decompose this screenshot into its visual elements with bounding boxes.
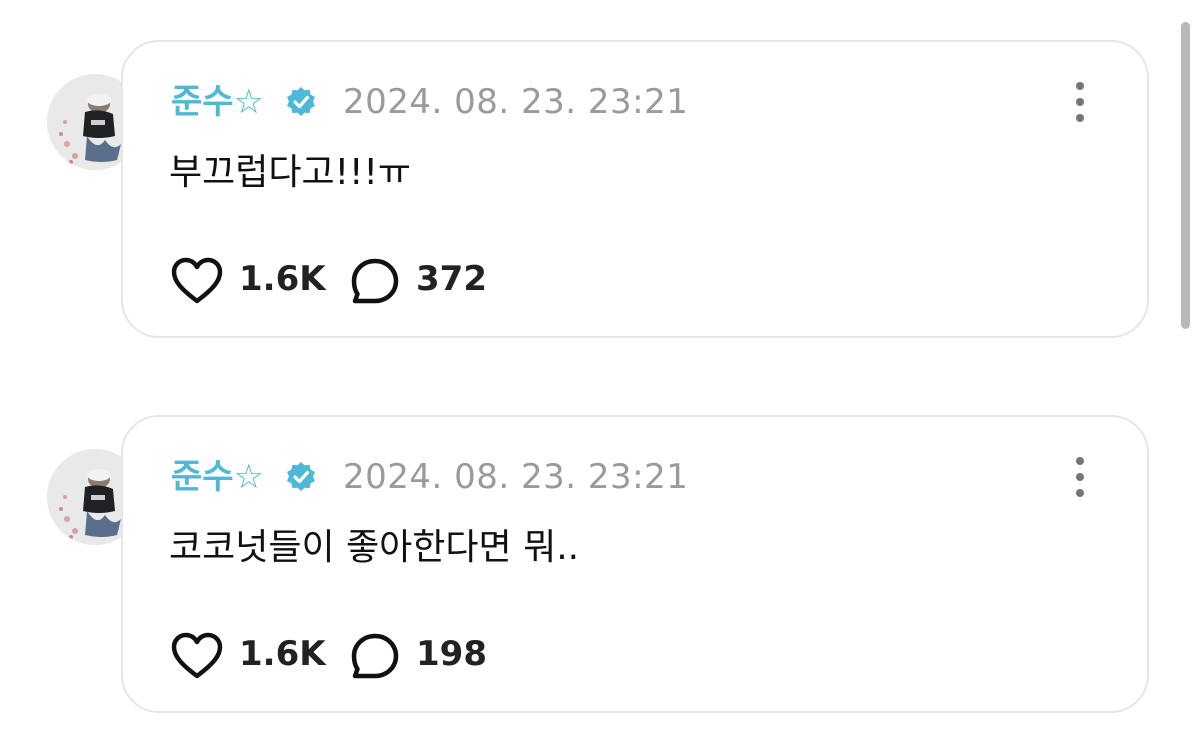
comment-card: 준수☆ 2024. 08. 23. 23:21 부끄럽다고!!!ㅠ 1.6K 3… — [121, 40, 1149, 338]
comment-bubble-icon[interactable] — [349, 256, 401, 306]
comment-text: 코코넛들이 좋아한다면 뭐.. — [169, 527, 580, 568]
more-vertical-icon — [1076, 98, 1084, 106]
author-name[interactable]: 준수☆ — [171, 82, 264, 122]
comment-text: 부끄럽다고!!!ㅠ — [169, 152, 412, 193]
timestamp: 2024. 08. 23. 23:21 — [343, 457, 689, 497]
heart-icon[interactable] — [171, 257, 223, 305]
reply-count: 198 — [416, 634, 487, 674]
more-vertical-icon — [1076, 489, 1084, 497]
comment-item: 준수☆ 2024. 08. 23. 23:21 코코넛들이 좋아한다면 뭐.. … — [0, 415, 1200, 715]
more-vertical-icon — [1076, 473, 1084, 481]
comment-bubble-icon[interactable] — [349, 631, 401, 681]
more-options-button[interactable] — [1065, 80, 1095, 124]
comment-thread: 준수☆ 2024. 08. 23. 23:21 부끄럽다고!!!ㅠ 1.6K 3… — [0, 0, 1200, 753]
comment-item: 준수☆ 2024. 08. 23. 23:21 부끄럽다고!!!ㅠ 1.6K 3… — [0, 40, 1200, 340]
more-vertical-icon — [1076, 114, 1084, 122]
comment-card: 준수☆ 2024. 08. 23. 23:21 코코넛들이 좋아한다면 뭐.. … — [121, 415, 1149, 713]
timestamp: 2024. 08. 23. 23:21 — [343, 82, 689, 122]
more-vertical-icon — [1076, 457, 1084, 465]
heart-icon[interactable] — [171, 632, 223, 680]
like-count: 1.6K — [239, 259, 326, 299]
reply-count: 372 — [416, 259, 487, 299]
scrollbar-thumb[interactable] — [1181, 22, 1190, 329]
verified-badge-icon — [287, 462, 315, 491]
more-vertical-icon — [1076, 82, 1084, 90]
like-count: 1.6K — [239, 634, 326, 674]
author-name[interactable]: 준수☆ — [171, 457, 264, 497]
verified-badge-icon — [287, 87, 315, 116]
more-options-button[interactable] — [1065, 455, 1095, 499]
